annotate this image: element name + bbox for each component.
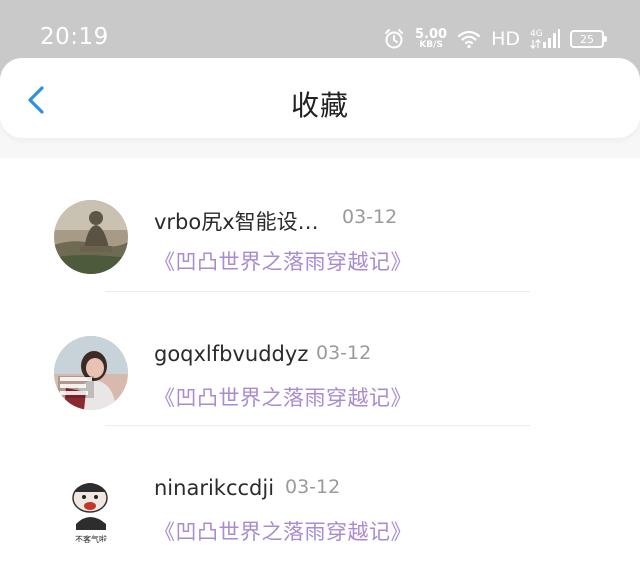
username: goqxlfbvuddyz xyxy=(154,342,309,366)
network-speed: 5.00 KB/S xyxy=(415,28,447,50)
signal-icon: 4G xyxy=(530,28,560,50)
date: 03-12 xyxy=(342,206,398,228)
network-type: HD xyxy=(491,28,520,50)
speed-unit: KB/S xyxy=(419,40,443,50)
favorite-item[interactable]: goqxlfbvuddyz 03-12 《凹凸世界之落雨穿越记》 xyxy=(0,294,640,426)
date: 03-12 xyxy=(316,342,372,364)
avatar[interactable] xyxy=(54,336,128,410)
divider xyxy=(105,425,530,426)
username: ninarikccdji xyxy=(154,476,275,500)
divider xyxy=(105,291,530,292)
date: 03-12 xyxy=(285,476,341,498)
book-title[interactable]: 《凹凸世界之落雨穿越记》 xyxy=(154,246,412,276)
avatar[interactable]: 不客气啦 xyxy=(54,470,128,544)
signal-label: 4G xyxy=(530,29,543,39)
favorites-list: vrbo尻x智能设… 03-12 《凹凸世界之落雨穿越记》 goqxlfbvud… xyxy=(0,158,640,568)
book-title[interactable]: 《凹凸世界之落雨穿越记》 xyxy=(154,382,412,412)
battery-indicator: 25 xyxy=(570,30,607,48)
status-time: 20:19 xyxy=(40,24,109,50)
wifi-icon xyxy=(457,29,481,49)
avatar[interactable] xyxy=(54,200,128,274)
alarm-icon xyxy=(383,28,405,50)
avatar-caption: 不客气啦 xyxy=(75,534,107,544)
book-title[interactable]: 《凹凸世界之落雨穿越记》 xyxy=(154,516,412,546)
favorite-item[interactable]: vrbo尻x智能设… 03-12 《凹凸世界之落雨穿越记》 xyxy=(0,158,640,292)
header-bar: 收藏 xyxy=(0,58,640,138)
battery-level: 25 xyxy=(580,32,594,46)
page-title: 收藏 xyxy=(290,89,349,122)
favorite-item[interactable]: 不客气啦 ninarikccdji 03-12 《凹凸世界之落雨穿越记》 xyxy=(0,430,640,558)
username: vrbo尻x智能设… xyxy=(154,210,319,234)
status-icons: 5.00 KB/S HD 4G 25 xyxy=(383,24,607,54)
